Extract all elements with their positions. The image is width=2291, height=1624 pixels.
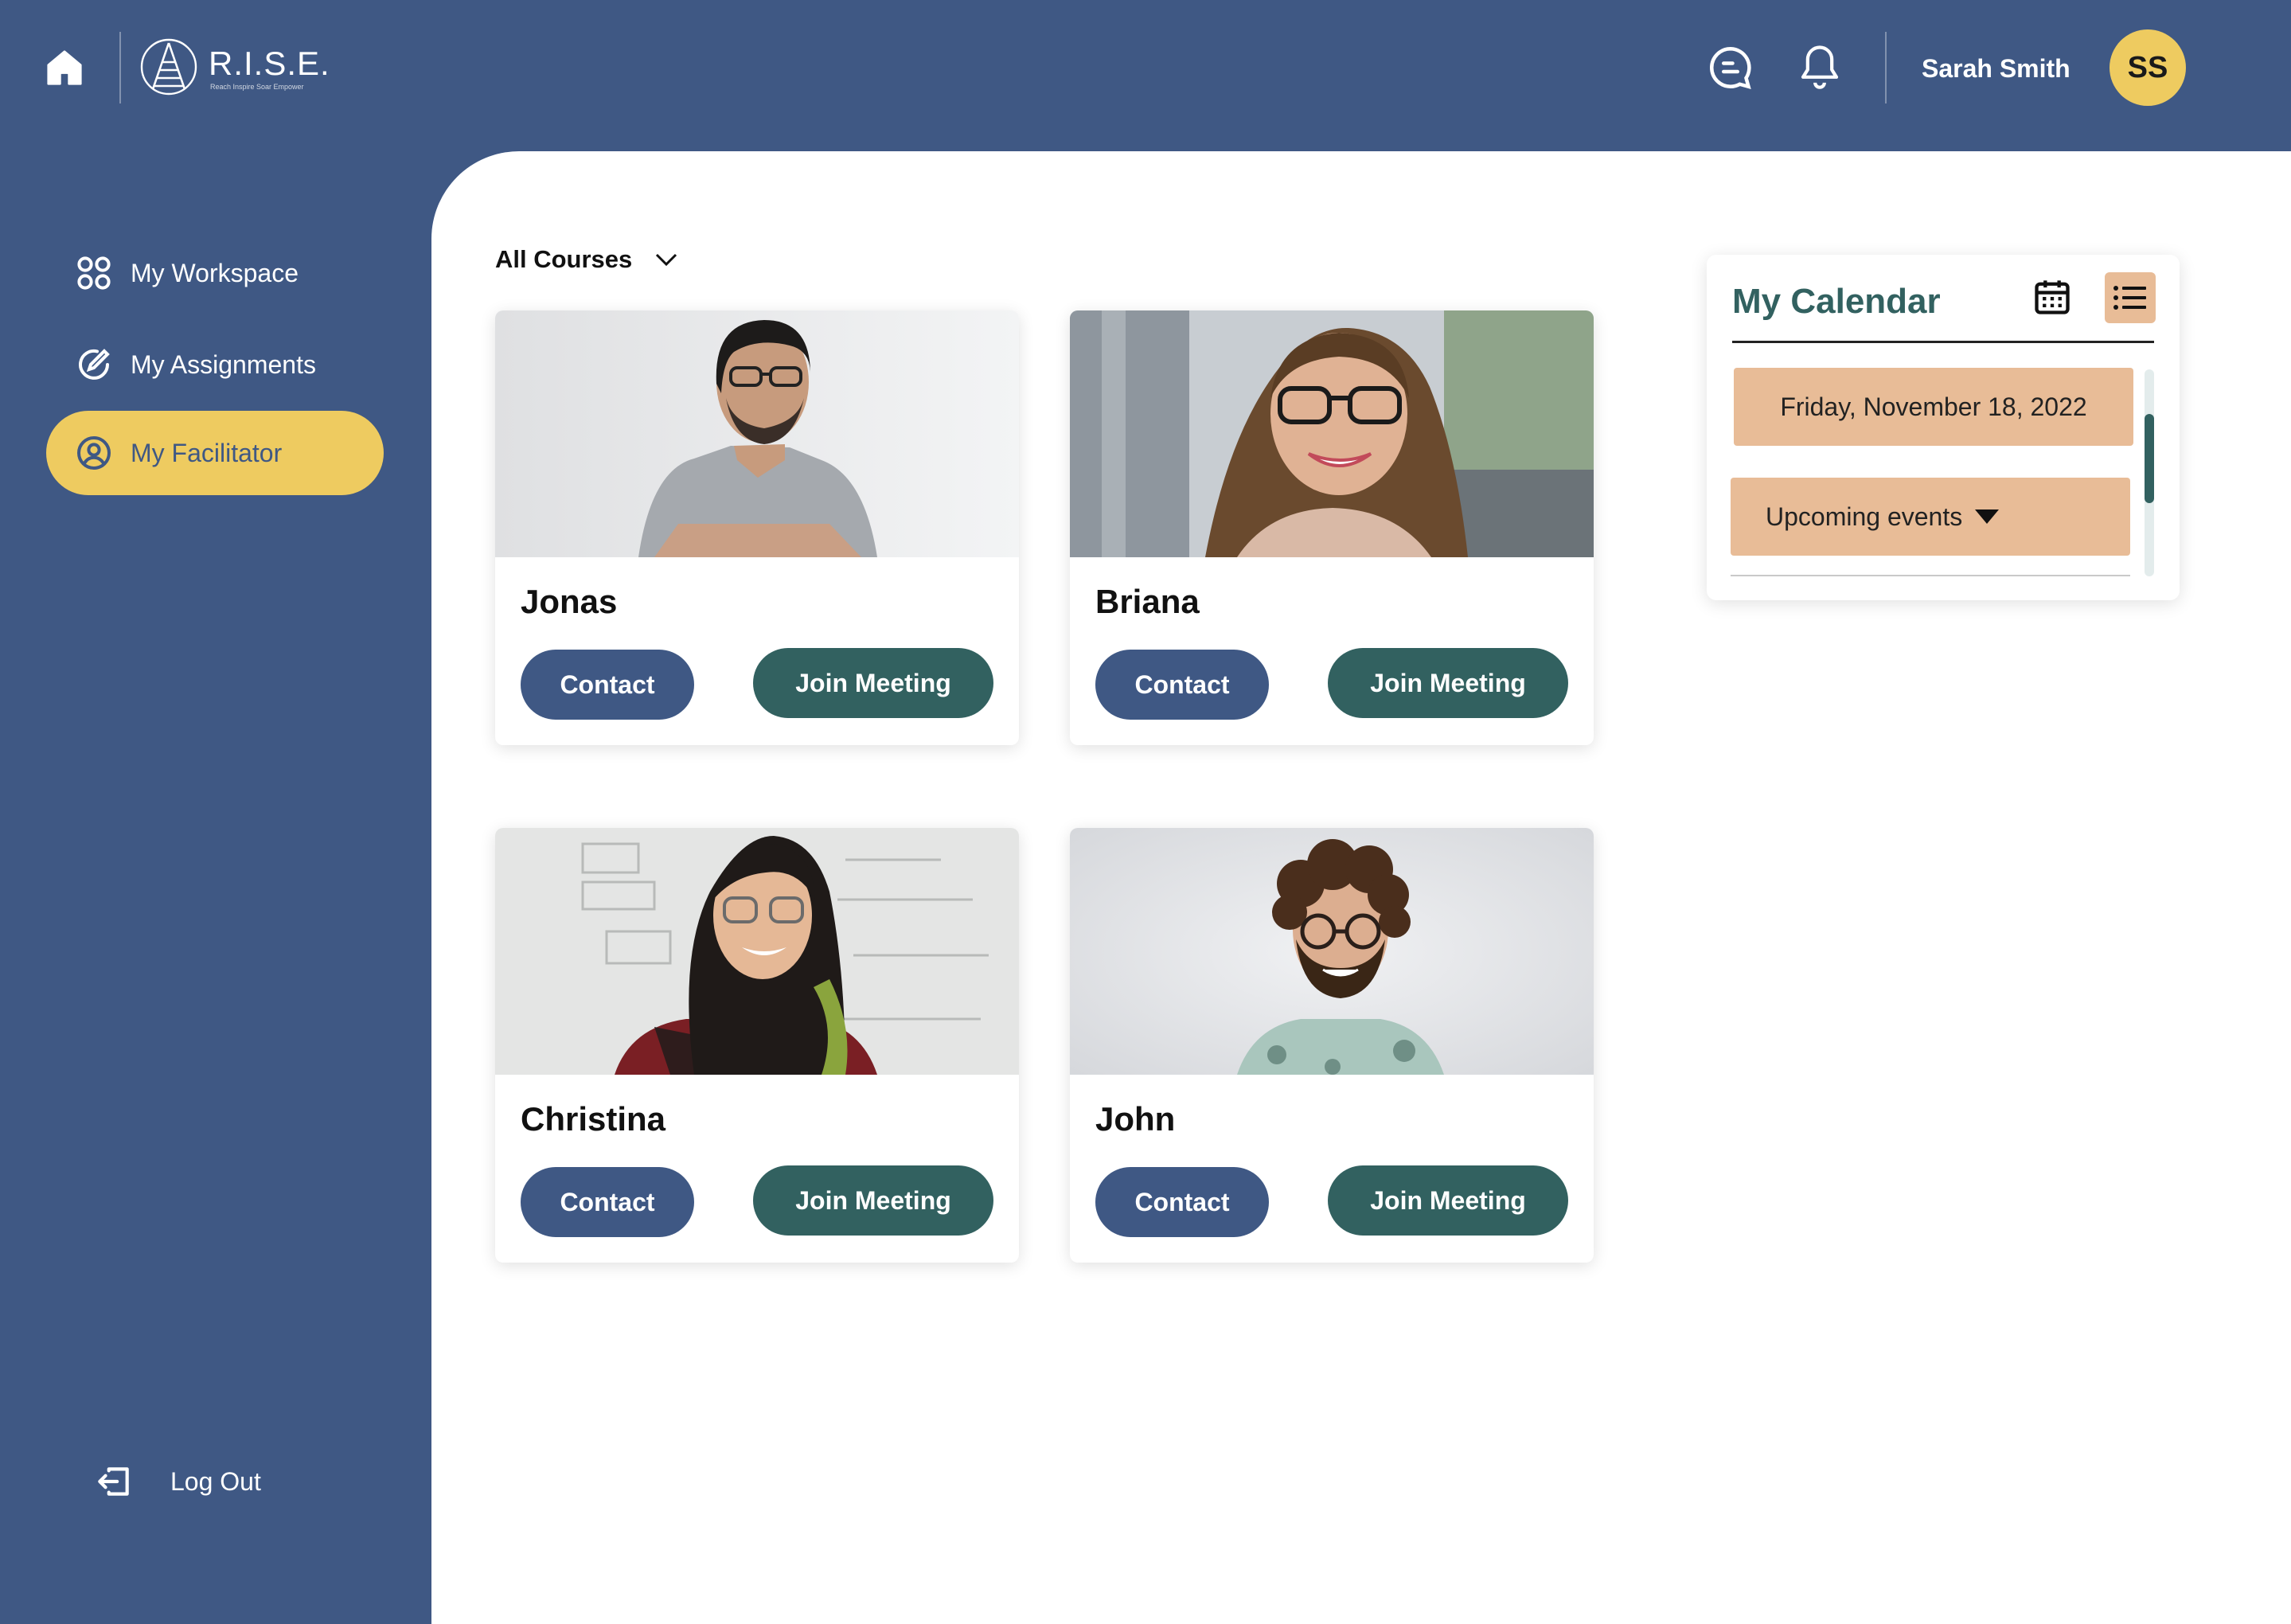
grid-icon <box>77 256 111 290</box>
facilitator-card: John Contact Join Meeting <box>1070 828 1594 1263</box>
upcoming-events-dropdown[interactable]: Upcoming events <box>1731 478 2130 556</box>
facilitator-card: Christina Contact Join Meeting <box>495 828 1019 1263</box>
user-circle-icon <box>77 436 111 470</box>
join-meeting-button[interactable]: Join Meeting <box>1328 648 1568 718</box>
sidebar-item-label: My Workspace <box>131 258 299 287</box>
bell-icon[interactable] <box>1797 42 1842 92</box>
calendar-widget: My Calendar Friday, November 18, 2022 Up… <box>1707 255 2180 600</box>
upcoming-events-label: Upcoming events <box>1766 502 1963 531</box>
facilitator-card: Briana Contact Join Meeting <box>1070 310 1594 745</box>
rise-logo[interactable]: R.I.S.E. Reach Inspire Soar Empower <box>137 38 330 97</box>
chevron-down-icon <box>656 253 677 267</box>
main-panel: All Courses Jonas Contact Join Meeting B… <box>431 151 2291 1624</box>
logout-icon <box>98 1467 129 1496</box>
calendar-divider <box>1732 341 2154 343</box>
calendar-scroll-thumb[interactable] <box>2145 414 2154 503</box>
facilitator-name: Christina <box>521 1100 666 1138</box>
header-divider-right <box>1885 32 1887 103</box>
sidebar-item-workspace[interactable]: My Workspace <box>46 231 384 315</box>
user-name[interactable]: Sarah Smith <box>1922 54 2070 84</box>
facilitator-photo <box>1070 310 1594 557</box>
facilitator-photo <box>1070 828 1594 1075</box>
join-meeting-button[interactable]: Join Meeting <box>753 1165 993 1236</box>
facilitator-name: Briana <box>1095 583 1200 620</box>
logout-button[interactable]: Log Out <box>94 1462 261 1501</box>
course-filter-dropdown[interactable]: All Courses <box>495 245 678 274</box>
facilitator-photo <box>495 310 1019 557</box>
course-filter-label: All Courses <box>495 245 633 273</box>
avatar[interactable]: SS <box>2110 29 2186 106</box>
facilitator-card: Jonas Contact Join Meeting <box>495 310 1019 745</box>
list-icon <box>2113 286 2146 310</box>
sidebar-item-label: My Assignments <box>131 349 316 379</box>
calendar-date[interactable]: Friday, November 18, 2022 <box>1734 368 2133 446</box>
home-icon[interactable] <box>43 46 86 89</box>
sidebar-item-label: My Facilitator <box>131 438 283 467</box>
contact-button[interactable]: Contact <box>1095 1167 1269 1237</box>
brand-tagline: Reach Inspire Soar Empower <box>210 83 304 91</box>
sidebar-item-facilitator[interactable]: My Facilitator <box>46 411 384 495</box>
facilitator-name: John <box>1095 1100 1176 1138</box>
caret-down-icon <box>1975 509 2000 524</box>
calendar-title: My Calendar <box>1732 282 1941 321</box>
assignment-check-icon <box>79 349 110 380</box>
calendar-bottom-divider <box>1731 575 2130 576</box>
logout-label: Log Out <box>170 1466 261 1496</box>
contact-button[interactable]: Contact <box>521 1167 694 1237</box>
join-meeting-button[interactable]: Join Meeting <box>753 648 993 718</box>
facilitator-photo <box>495 828 1019 1075</box>
calendar-icon[interactable] <box>2031 275 2073 318</box>
sidebar-item-assignments[interactable]: My Assignments <box>46 322 384 407</box>
chat-icon[interactable] <box>1707 44 1754 92</box>
contact-button[interactable]: Contact <box>521 650 694 720</box>
header-divider <box>119 32 121 103</box>
top-bar: R.I.S.E. Reach Inspire Soar Empower Sara… <box>0 0 2291 151</box>
facilitator-name: Jonas <box>521 583 618 620</box>
list-view-button[interactable] <box>2105 272 2156 323</box>
brand-name: R.I.S.E. <box>209 45 330 82</box>
contact-button[interactable]: Contact <box>1095 650 1269 720</box>
join-meeting-button[interactable]: Join Meeting <box>1328 1165 1568 1236</box>
